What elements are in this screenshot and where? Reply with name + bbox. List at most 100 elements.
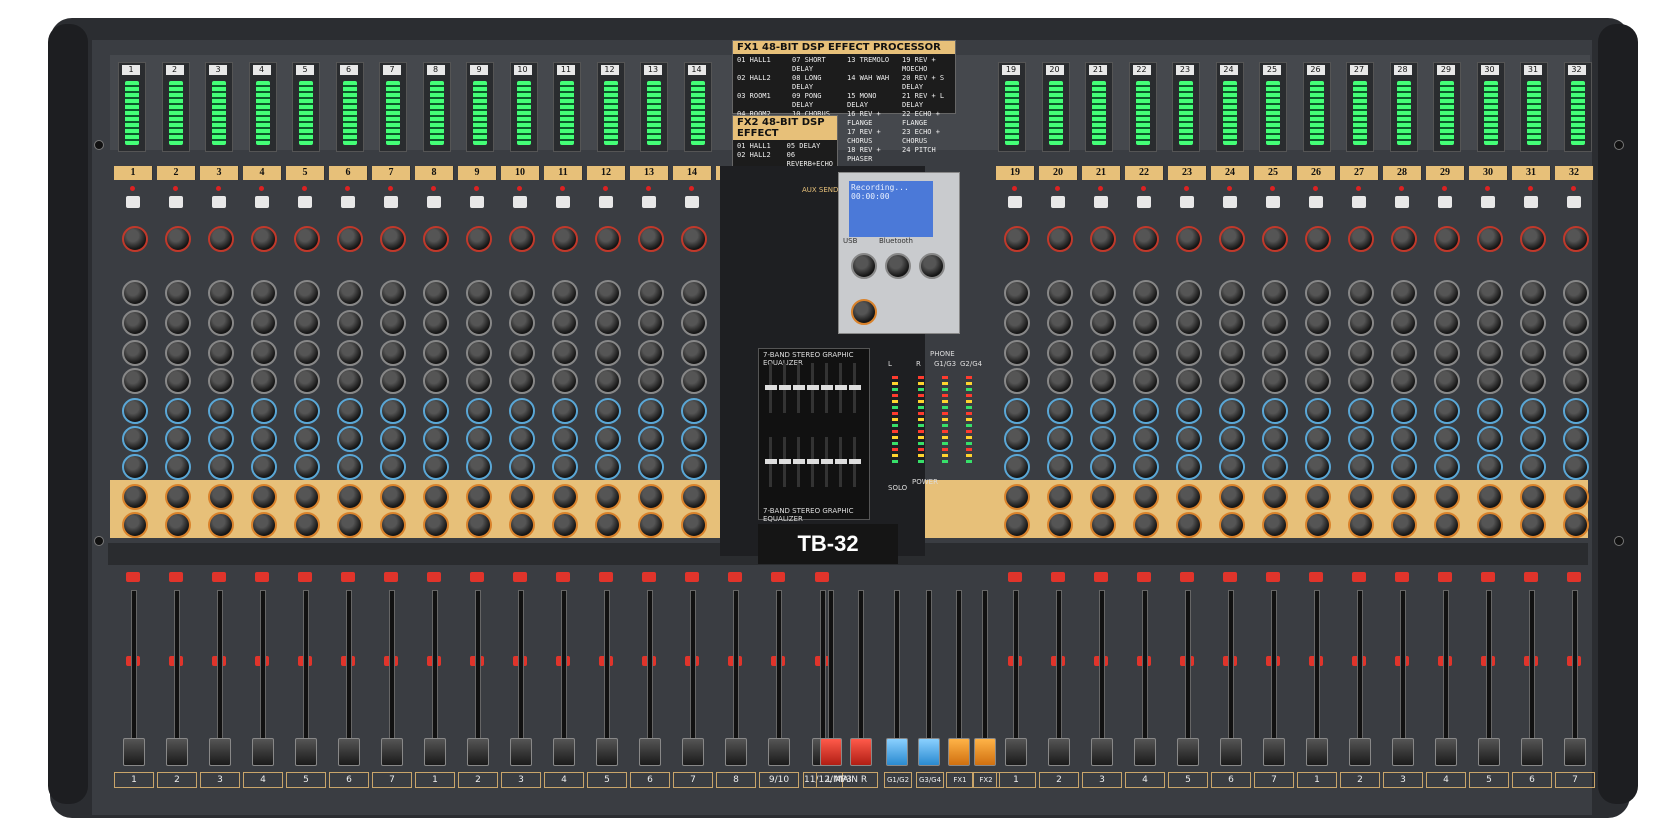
aux1-knob[interactable] [337,398,363,424]
trim-knob[interactable] [423,226,449,252]
master-fader-knob[interactable] [974,738,996,766]
fx1-send-knob[interactable] [466,484,492,510]
trim-knob[interactable] [122,226,148,252]
fx2-send-knob[interactable] [423,512,449,538]
fx1-send-knob[interactable] [638,484,664,510]
eq-hi-knob[interactable] [1305,280,1331,306]
trim-knob[interactable] [1133,226,1159,252]
trim-knob[interactable] [1219,226,1245,252]
aux2-knob[interactable] [1176,426,1202,452]
aux2-knob[interactable] [1004,426,1030,452]
trim-knob[interactable] [1434,226,1460,252]
phantom-button[interactable] [298,196,312,208]
trim-knob[interactable] [165,226,191,252]
aux2-knob[interactable] [423,426,449,452]
master-fader-knob[interactable] [948,738,970,766]
aux3-knob[interactable] [1133,454,1159,480]
phantom-button[interactable] [556,196,570,208]
fx1-send-knob[interactable] [595,484,621,510]
eq-hi-knob[interactable] [1434,280,1460,306]
eq-low-knob[interactable] [509,368,535,394]
mute-button[interactable] [599,572,613,582]
mute-button[interactable] [1008,572,1022,582]
mute-button[interactable] [169,572,183,582]
aux3-knob[interactable] [380,454,406,480]
fx2-send-knob[interactable] [1348,512,1374,538]
phantom-button[interactable] [384,196,398,208]
eq-hi-knob[interactable] [595,280,621,306]
eq-freq-knob[interactable] [1090,340,1116,366]
aux3-knob[interactable] [122,454,148,480]
eq-low-knob[interactable] [1477,368,1503,394]
geq-band-knob[interactable] [849,385,861,390]
eq-low-knob[interactable] [1348,368,1374,394]
fx2-send-knob[interactable] [1305,512,1331,538]
aux1-knob[interactable] [595,398,621,424]
mute-button[interactable] [212,572,226,582]
eq-mid-knob[interactable] [466,310,492,336]
eq-mid-knob[interactable] [1133,310,1159,336]
trim-knob[interactable] [380,226,406,252]
fader-knob[interactable] [1564,738,1586,766]
eq-freq-knob[interactable] [595,340,621,366]
aux3-knob[interactable] [1434,454,1460,480]
fx1-send-knob[interactable] [681,484,707,510]
eq-low-knob[interactable] [595,368,621,394]
eq-freq-knob[interactable] [1348,340,1374,366]
fx-param-knob[interactable] [851,299,877,325]
mute-button[interactable] [1137,572,1151,582]
fader-knob[interactable] [338,738,360,766]
eq-low-knob[interactable] [380,368,406,394]
aux2-knob[interactable] [1219,426,1245,452]
eq-mid-knob[interactable] [423,310,449,336]
eq-hi-knob[interactable] [423,280,449,306]
trim-knob[interactable] [251,226,277,252]
eq-freq-knob[interactable] [681,340,707,366]
eq-hi-knob[interactable] [208,280,234,306]
fx1-level-knob[interactable] [851,253,877,279]
phantom-button[interactable] [1309,196,1323,208]
eq-freq-knob[interactable] [1219,340,1245,366]
eq-low-knob[interactable] [1262,368,1288,394]
aux3-knob[interactable] [337,454,363,480]
fx2-send-knob[interactable] [165,512,191,538]
fx2-send-knob[interactable] [122,512,148,538]
fx2-send-knob[interactable] [1391,512,1417,538]
eq-low-knob[interactable] [165,368,191,394]
eq-mid-knob[interactable] [380,310,406,336]
aux3-knob[interactable] [208,454,234,480]
fx2-send-knob[interactable] [251,512,277,538]
phantom-button[interactable] [513,196,527,208]
aux2-knob[interactable] [638,426,664,452]
fx2-send-knob[interactable] [1520,512,1546,538]
phantom-button[interactable] [255,196,269,208]
fx2-send-knob[interactable] [1563,512,1589,538]
fader-knob[interactable] [1263,738,1285,766]
trim-knob[interactable] [552,226,578,252]
phantom-button[interactable] [212,196,226,208]
eq-hi-knob[interactable] [509,280,535,306]
mute-button[interactable] [1094,572,1108,582]
fx1-send-knob[interactable] [509,484,535,510]
aux1-knob[interactable] [552,398,578,424]
fx2-send-knob[interactable] [1047,512,1073,538]
eq-mid-knob[interactable] [509,310,535,336]
aux3-knob[interactable] [681,454,707,480]
geq-band-knob[interactable] [821,459,833,464]
aux2-knob[interactable] [1348,426,1374,452]
fader-knob[interactable] [424,738,446,766]
fader-knob[interactable] [682,738,704,766]
mute-button[interactable] [384,572,398,582]
eq-mid-knob[interactable] [1477,310,1503,336]
fader-knob[interactable] [1220,738,1242,766]
aux2-knob[interactable] [1563,426,1589,452]
fx2-send-knob[interactable] [1176,512,1202,538]
eq-low-knob[interactable] [1219,368,1245,394]
mute-button[interactable] [513,572,527,582]
aux3-knob[interactable] [1477,454,1503,480]
trim-knob[interactable] [595,226,621,252]
aux1-knob[interactable] [638,398,664,424]
aux1-knob[interactable] [1219,398,1245,424]
trim-knob[interactable] [1563,226,1589,252]
aux1-knob[interactable] [1520,398,1546,424]
